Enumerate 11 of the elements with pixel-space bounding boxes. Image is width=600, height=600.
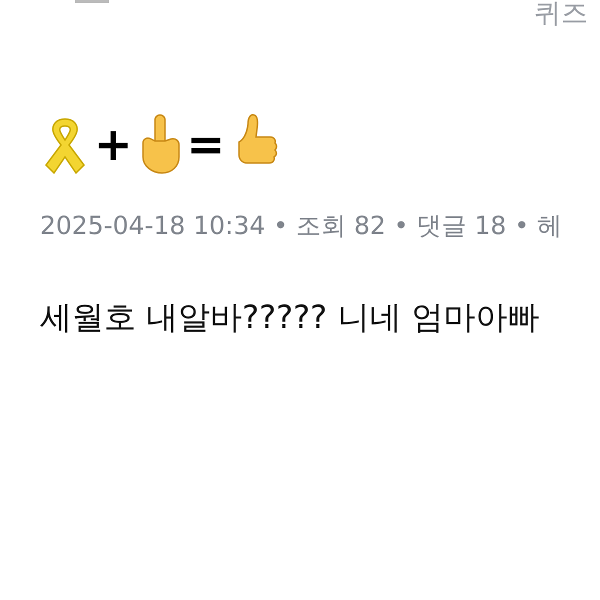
site-label: 퀴즈 [534,0,589,27]
operator-symbol: + [94,121,133,167]
meta-text: 2025-04-18 10:34 [40,210,266,242]
separator-dot: • [273,210,288,242]
post-text: 세월호 내알바????? 니네 엄마아빠 [40,298,540,336]
meta-text: 헤 [537,210,562,242]
meta-text: 댓글 18 [416,210,506,242]
separator-dot: • [394,210,409,242]
separator-dot: • [514,210,530,242]
meta-text: 조회 82 [296,210,386,242]
operator-symbol: = [186,121,226,167]
